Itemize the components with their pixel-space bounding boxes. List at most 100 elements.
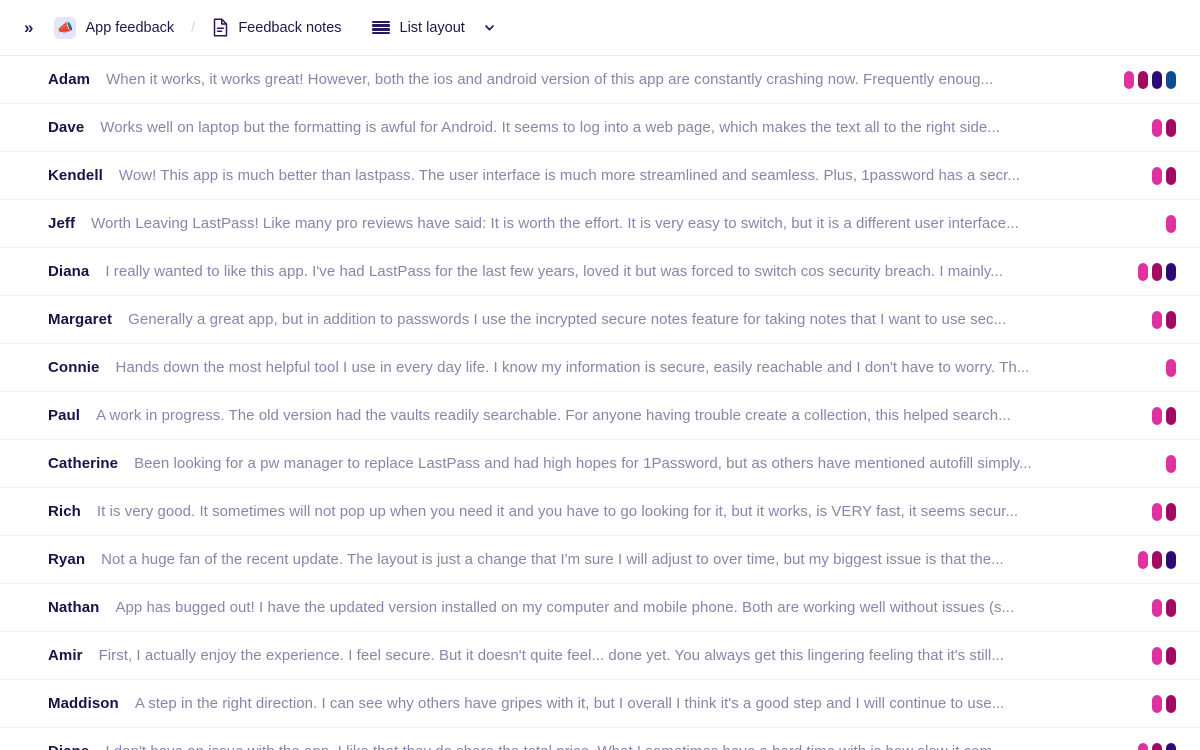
tag-pill[interactable]: [1166, 598, 1176, 617]
tag-pill[interactable]: [1166, 118, 1176, 137]
row-description: A work in progress. The old version had …: [96, 407, 1011, 424]
tag-pill[interactable]: [1138, 70, 1148, 89]
row-tag-group[interactable]: [1138, 262, 1176, 281]
tag-pill[interactable]: [1152, 598, 1162, 617]
table-row[interactable]: Amir First, I actually enjoy the experien…: [0, 632, 1200, 680]
tag-pill[interactable]: [1166, 454, 1176, 473]
tag-pill[interactable]: [1166, 406, 1176, 425]
tag-pill[interactable]: [1166, 694, 1176, 713]
tag-pill[interactable]: [1152, 70, 1162, 89]
chevrons-right-icon[interactable]: »: [18, 15, 38, 40]
tag-pill[interactable]: [1166, 550, 1176, 569]
row-tag-group[interactable]: [1152, 118, 1176, 137]
list-icon: [371, 20, 390, 35]
row-author-name: Ryan: [48, 551, 86, 568]
breadcrumb-feedback-notes[interactable]: Feedback notes: [208, 15, 345, 40]
row-author-name: Kendell: [48, 167, 103, 184]
tag-pill[interactable]: [1166, 742, 1176, 750]
table-row[interactable]: Diane I don't have an issue with the app.…: [0, 728, 1200, 750]
tag-pill[interactable]: [1152, 550, 1162, 569]
row-author-name: Jeff: [48, 215, 76, 232]
chevron-down-icon[interactable]: [483, 21, 496, 34]
row-description: Not a huge fan of the recent update. The…: [101, 551, 1004, 568]
table-row[interactable]: Paul A work in progress. The old version …: [0, 392, 1200, 440]
tag-pill[interactable]: [1166, 166, 1176, 185]
megaphone-icon: 📣: [54, 16, 77, 39]
row-tag-group[interactable]: [1138, 550, 1176, 569]
view-switcher[interactable]: List layout: [368, 17, 500, 39]
tag-pill[interactable]: [1166, 502, 1176, 521]
row-description: When it works, it works great! However, …: [106, 71, 994, 88]
table-row[interactable]: Ryan Not a huge fan of the recent update.…: [0, 536, 1200, 584]
row-author-name: Amir: [48, 647, 83, 664]
tag-pill[interactable]: [1152, 742, 1162, 750]
table-row[interactable]: Catherine Been looking for a pw manager t…: [0, 440, 1200, 488]
tag-pill[interactable]: [1152, 646, 1162, 665]
row-description: I really wanted to like this app. I've h…: [105, 263, 1003, 280]
row-description: Been looking for a pw manager to replace…: [134, 455, 1032, 472]
breadcrumb-separator: /: [191, 19, 196, 36]
breadcrumb-page-label: Feedback notes: [238, 19, 342, 36]
row-description: Generally a great app, but in addition t…: [128, 311, 1007, 328]
tag-pill[interactable]: [1166, 70, 1176, 89]
table-row[interactable]: Adam When it works, it works great! Howev…: [0, 56, 1200, 104]
row-author-name: Diana: [48, 263, 90, 280]
row-tag-group[interactable]: [1152, 166, 1176, 185]
top-toolbar: » 📣 App feedback / Feedback notes List l…: [0, 0, 1200, 56]
view-switcher-label: List layout: [399, 19, 465, 36]
tag-pill[interactable]: [1138, 262, 1148, 281]
tag-pill[interactable]: [1166, 358, 1176, 377]
breadcrumb-app-label: App feedback: [85, 19, 175, 36]
tag-pill[interactable]: [1166, 646, 1176, 665]
tag-pill[interactable]: [1166, 262, 1176, 281]
tag-pill[interactable]: [1152, 502, 1162, 521]
row-author-name: Dave: [48, 119, 85, 136]
tag-pill[interactable]: [1138, 550, 1148, 569]
row-description: A step in the right direction. I can see…: [134, 695, 1005, 712]
row-tag-group[interactable]: [1152, 646, 1176, 665]
row-tag-group[interactable]: [1152, 310, 1176, 329]
table-row[interactable]: Diana I really wanted to like this app. I…: [0, 248, 1200, 296]
document-icon: [214, 18, 228, 37]
row-author-name: Nathan: [48, 599, 100, 616]
table-row[interactable]: Rich It is very good. It sometimes will n…: [0, 488, 1200, 536]
tag-pill[interactable]: [1124, 70, 1134, 89]
row-tag-group[interactable]: [1138, 742, 1176, 750]
row-author-name: Paul: [48, 407, 81, 424]
tag-pill[interactable]: [1152, 406, 1162, 425]
table-row[interactable]: Maddison A step in the right direction. I…: [0, 680, 1200, 728]
table-row[interactable]: Kendell Wow! This app is much better than…: [0, 152, 1200, 200]
row-author-name: Rich: [48, 503, 81, 520]
tag-pill[interactable]: [1166, 310, 1176, 329]
row-tag-group[interactable]: [1152, 502, 1176, 521]
row-description: I don't have an issue with the app. I li…: [105, 743, 1124, 750]
megaphone-glyph: 📣: [57, 20, 74, 35]
table-row[interactable]: Jeff Worth Leaving LastPass! Like many pr…: [0, 200, 1200, 248]
row-description: It is very good. It sometimes will not p…: [96, 503, 1019, 520]
tag-pill[interactable]: [1152, 118, 1162, 137]
row-tag-group[interactable]: [1152, 406, 1176, 425]
row-tag-group[interactable]: [1152, 598, 1176, 617]
tag-pill[interactable]: [1166, 214, 1176, 233]
row-tag-group[interactable]: [1166, 454, 1176, 473]
breadcrumb-app-feedback[interactable]: 📣 App feedback: [50, 14, 178, 42]
tag-pill[interactable]: [1152, 694, 1162, 713]
row-description: Hands down the most helpful tool I use i…: [115, 359, 1030, 376]
tag-pill[interactable]: [1152, 310, 1162, 329]
row-description: App has bugged out! I have the updated v…: [115, 599, 1015, 616]
table-row[interactable]: Margaret Generally a great app, but in ad…: [0, 296, 1200, 344]
row-author-name: Maddison: [48, 695, 119, 712]
row-tag-group[interactable]: [1166, 214, 1176, 233]
table-row[interactable]: Connie Hands down the most helpful tool I…: [0, 344, 1200, 392]
tag-pill[interactable]: [1152, 166, 1162, 185]
row-tag-group[interactable]: [1166, 358, 1176, 377]
feedback-list[interactable]: Adam When it works, it works great! Howev…: [0, 56, 1200, 750]
tag-pill[interactable]: [1152, 262, 1162, 281]
row-author-name: Adam: [48, 71, 91, 88]
table-row[interactable]: Nathan App has bugged out! I have the upd…: [0, 584, 1200, 632]
tag-pill[interactable]: [1138, 742, 1148, 750]
row-tag-group[interactable]: [1124, 70, 1176, 89]
table-row[interactable]: Dave Works well on laptop but the formatt…: [0, 104, 1200, 152]
row-tag-group[interactable]: [1152, 694, 1176, 713]
row-author-name: Margaret: [48, 311, 113, 328]
